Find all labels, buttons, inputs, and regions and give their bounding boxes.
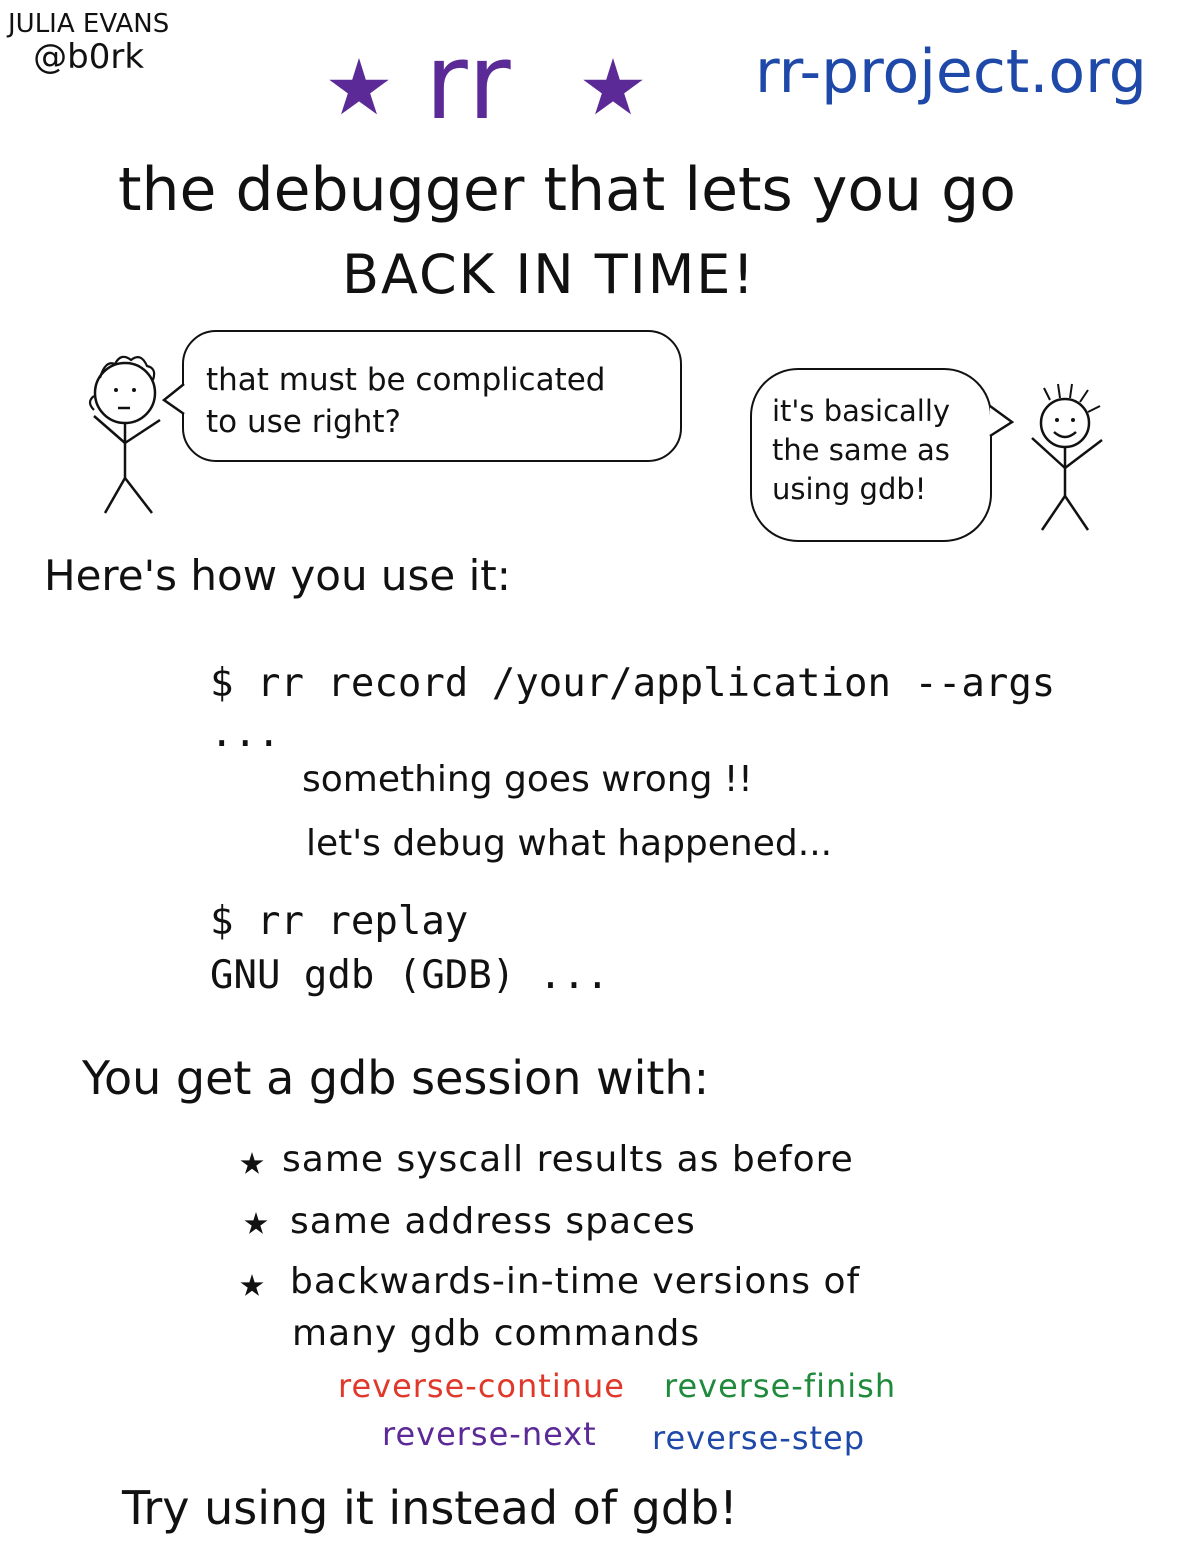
cmd-reverse-finish: reverse-finish [664,1367,897,1405]
bubble-line: that must be complicated [206,362,606,398]
bubble-line: to use right? [206,403,401,440]
happy-person-icon [1031,383,1103,531]
author-handle: @b0rk [33,36,145,77]
project-url[interactable]: rr-project.org [755,42,1147,102]
call-to-action: Try using it instead of gdb! [122,1481,738,1535]
bullet-star-icon [240,1152,264,1174]
replay-command: $ rr replay [210,899,469,944]
star-icon [329,58,389,115]
tagline-emphasis: BACK IN TIME! [342,243,757,306]
note-debug: let's debug what happened... [306,823,833,864]
bullet-text: many gdb commands [292,1313,701,1354]
star-icon [583,58,643,115]
cmd-reverse-step: reverse-step [652,1419,866,1457]
tagline: the debugger that lets you go [118,155,1016,225]
bubble-line: using gdb! [772,472,927,507]
cmd-reverse-continue: reverse-continue [338,1367,625,1405]
usage-heading: Here's how you use it: [44,551,511,600]
page-title: rr [425,21,513,143]
session-heading: You get a gdb session with: [82,1051,710,1105]
speech-bubble-question: that must be complicated to use right? [182,330,682,462]
gdb-output: GNU gdb (GDB) ... [210,953,610,998]
author-credit: JULIA EVANS @b0rk [8,10,169,76]
bullet-text: same syscall results as before [282,1139,854,1180]
bullet-star-icon [244,1212,268,1234]
cmd-reverse-next: reverse-next [382,1415,597,1453]
bubble-tail [161,383,185,416]
note-something-wrong: something goes wrong !! [302,759,753,800]
bullet-text: same address spaces [290,1201,696,1242]
worried-person-icon [88,355,161,514]
bullet-text: backwards-in-time versions of [290,1261,861,1302]
author-name: JULIA EVANS [8,9,170,39]
bullet-star-icon [240,1274,264,1296]
speech-bubble-answer: it's basically the same as using gdb! [750,368,992,542]
record-command: $ rr record /your/application --args [210,661,1056,706]
bubble-line: the same as [772,433,950,468]
bubble-line: it's basically [772,394,951,428]
ellipsis: ... [210,711,281,756]
